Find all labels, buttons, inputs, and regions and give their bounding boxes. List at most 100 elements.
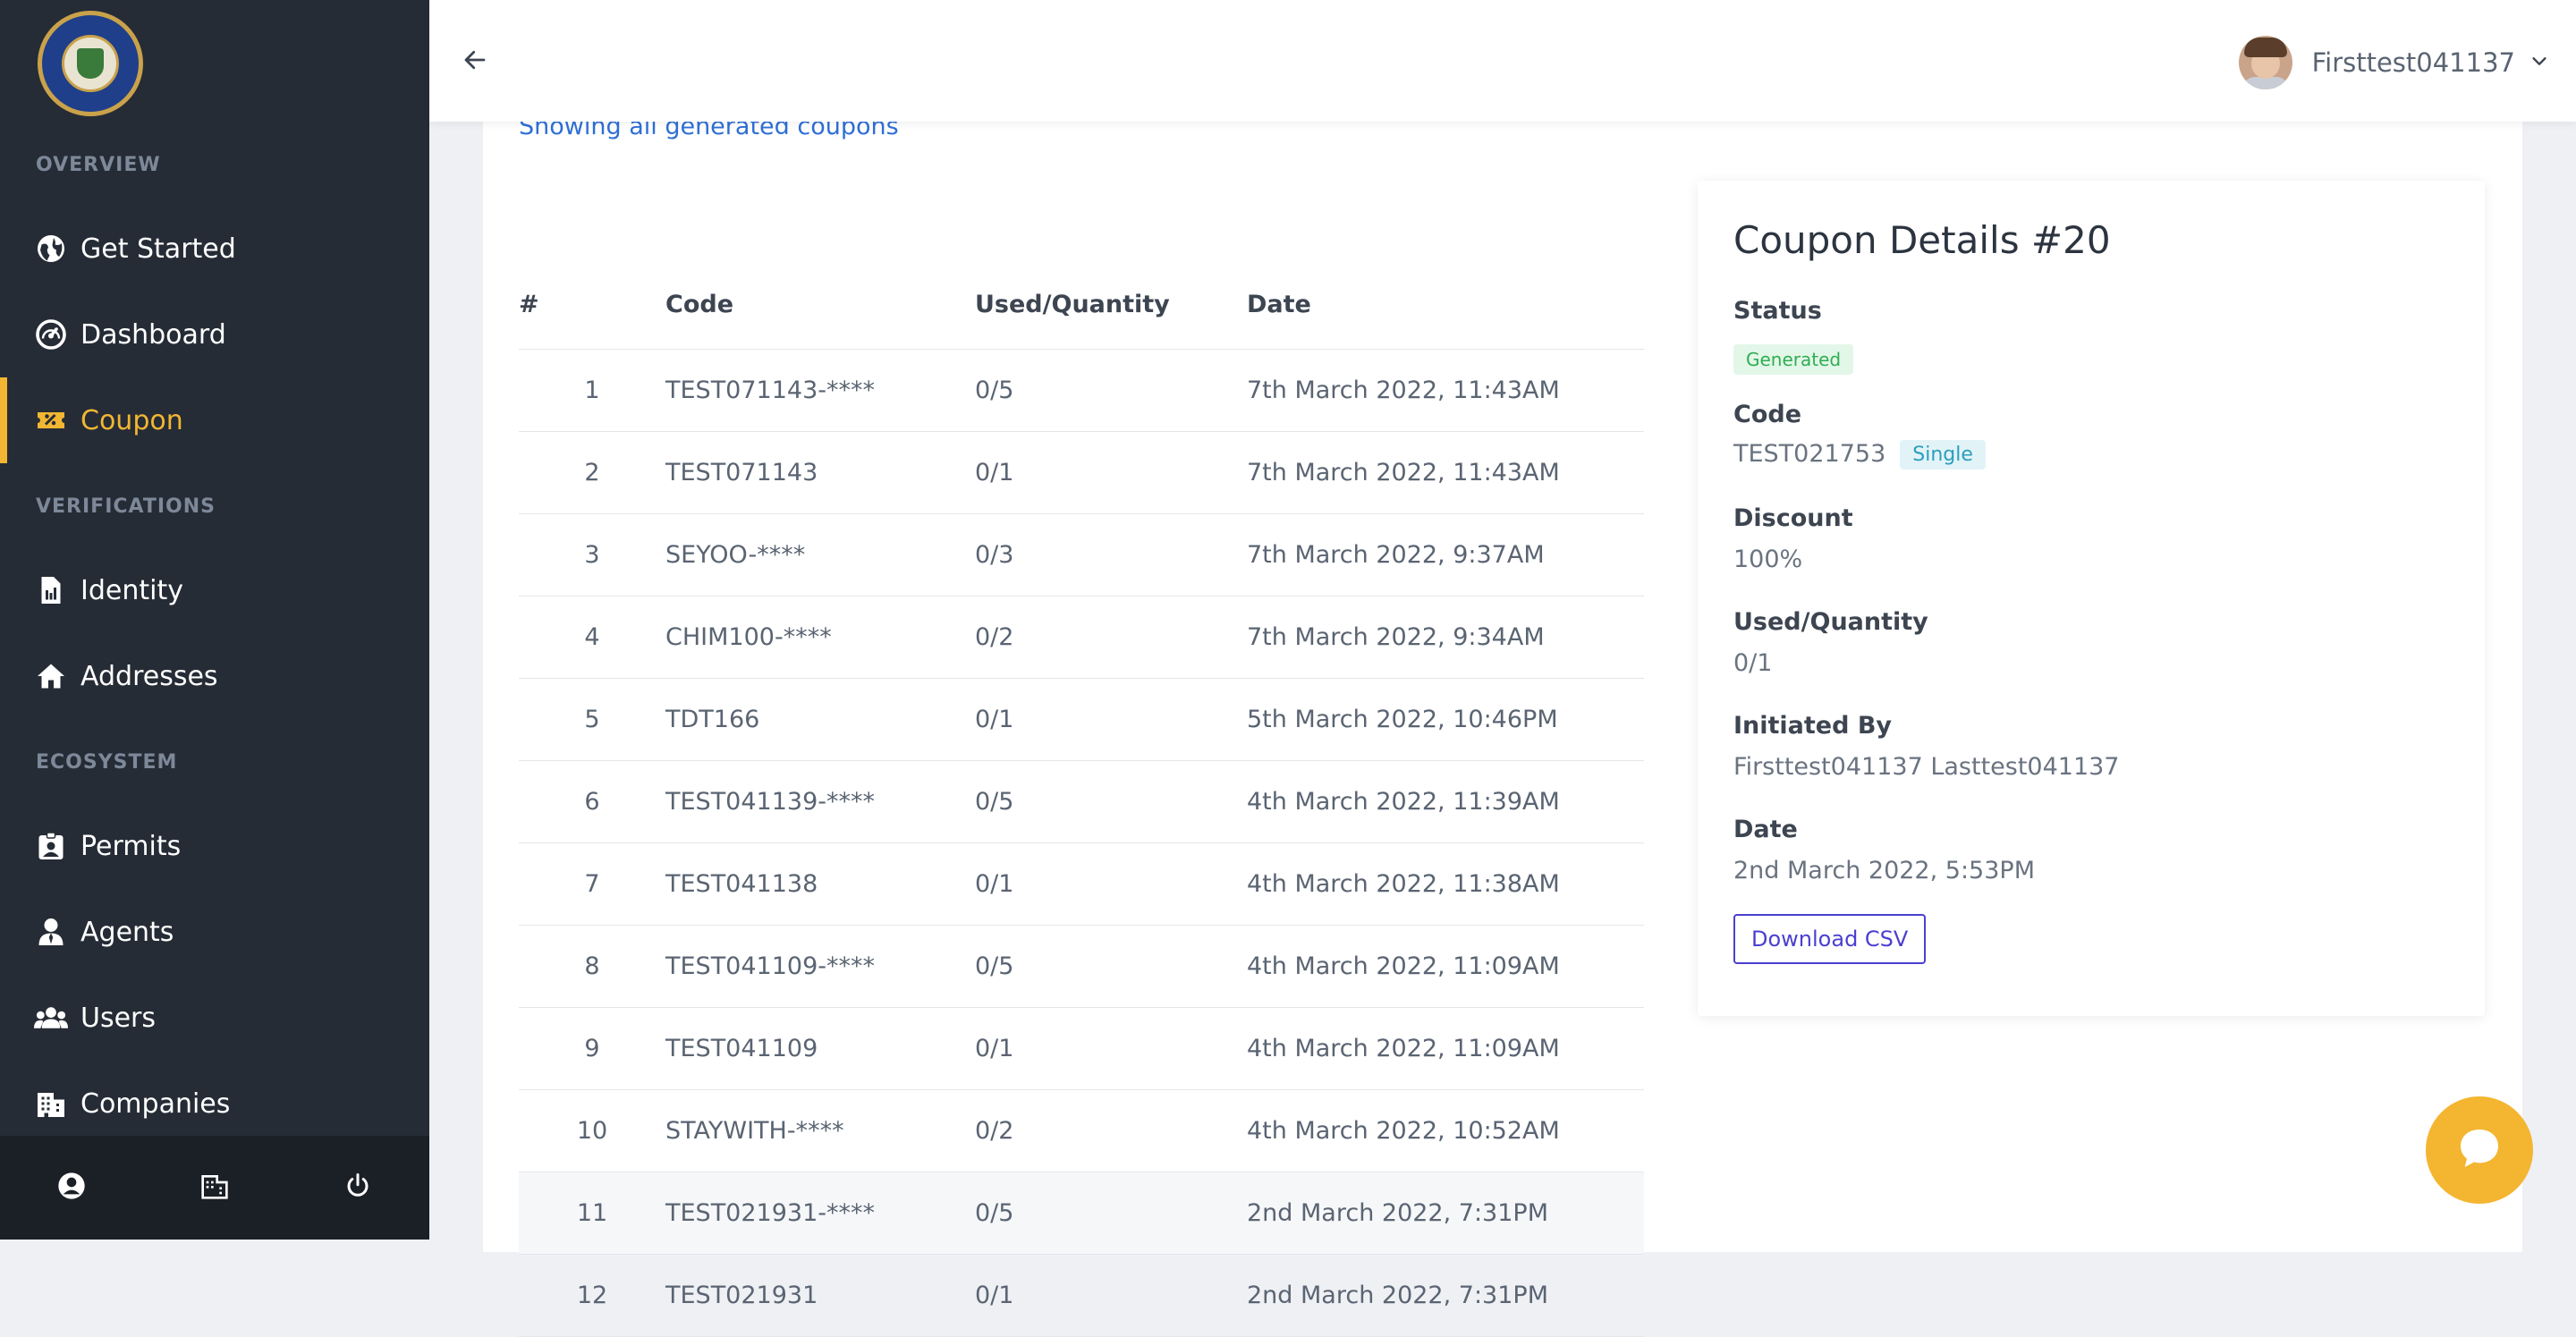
section-label-ecosystem: ECOSYSTEM [36,751,178,774]
cell-number: 9 [519,1007,665,1090]
sidebar-item-get-started[interactable]: Get Started [0,206,429,292]
table-row[interactable]: 10 STAYWITH-**** 0/2 4th March 2022, 10:52A… [519,1089,1644,1172]
cell-used-quantity: 0/1 [975,678,1247,761]
initiated-by-value: Firsttest041137 Lasttest041137 [1733,753,2120,781]
cell-used-quantity: 0/1 [975,842,1247,926]
sidebar-item-label: Permits [80,830,182,862]
back-button[interactable] [453,39,497,84]
sidebar-item-coupon[interactable]: Coupon [0,377,429,463]
user-menu[interactable]: Firsttest041137 [2238,34,2549,91]
cell-date: 7th March 2022, 9:37AM [1247,513,1644,597]
power-icon [344,1172,371,1203]
cell-used-quantity: 0/1 [975,1254,1247,1337]
cell-used-quantity: 0/2 [975,1089,1247,1172]
cell-number: 11 [519,1172,665,1255]
table-row[interactable]: 12 TEST021931 0/1 2nd March 2022, 7:31PM [519,1254,1644,1337]
logo-emblem [62,35,119,92]
arrow-left-icon [462,47,488,77]
discount-value: 100% [1733,546,1803,573]
table-row[interactable]: 3 SEYOO-**** 0/3 7th March 2022, 9:37AM [519,513,1644,597]
sidebar-item-label: Coupon [80,404,183,436]
sidebar-item-label: Companies [80,1087,231,1120]
cell-number: 1 [519,349,665,432]
agency-logo[interactable] [38,11,143,116]
table-row[interactable]: 9 TEST041109 0/1 4th March 2022, 11:09AM [519,1007,1644,1090]
cell-code: TEST041109 [665,1007,975,1090]
building-icon [34,1087,68,1121]
cell-date: 2nd March 2022, 7:31PM [1247,1172,1644,1255]
speedometer-icon [34,317,68,351]
table-header-row: # Code Used/Quantity Date [519,259,1644,350]
chat-button[interactable] [2426,1096,2533,1204]
username: Firsttest041137 [2311,47,2515,78]
cell-number: 4 [519,596,665,679]
cell-date: 7th March 2022, 11:43AM [1247,431,1644,514]
cell-date: 4th March 2022, 11:09AM [1247,925,1644,1008]
table-row[interactable]: 1 TEST071143-**** 0/5 7th March 2022, 11:43… [519,349,1644,432]
section-label-overview: OVERVIEW [36,154,161,176]
cell-used-quantity: 0/5 [975,1172,1247,1255]
chat-bubble-icon [2454,1123,2504,1177]
cell-date: 5th March 2022, 10:46PM [1247,678,1644,761]
logout-button[interactable] [286,1136,429,1240]
used-quantity-value: 0/1 [1733,649,1773,677]
companies-shortcut-button[interactable] [143,1136,286,1240]
coupons-card: Showing all generated coupons # Code Use… [483,89,2522,1337]
cell-code: TEST041109-**** [665,925,975,1008]
sidebar-item-label: Identity [80,574,183,606]
column-header-used-quantity: Used/Quantity [975,259,1247,350]
users-icon [34,1001,68,1035]
sidebar-item-companies[interactable]: Companies [0,1061,429,1147]
user-circle-icon [57,1172,86,1204]
cell-date: 4th March 2022, 10:52AM [1247,1089,1644,1172]
sidebar-item-identity[interactable]: Identity [0,547,429,633]
table-row[interactable]: 4 CHIM100-**** 0/2 7th March 2022, 9:34AM [519,596,1644,679]
top-bar: Firsttest041137 [429,0,2576,122]
cell-date: 4th March 2022, 11:39AM [1247,760,1644,843]
cell-used-quantity: 0/5 [975,760,1247,843]
download-csv-button[interactable]: Download CSV [1733,914,1927,964]
code-type-badge: Single [1900,440,1986,470]
sidebar-item-addresses[interactable]: Addresses [0,633,429,719]
sidebar-item-dashboard[interactable]: Dashboard [0,292,429,377]
globe-icon [34,232,68,266]
cell-used-quantity: 0/2 [975,596,1247,679]
cell-used-quantity: 0/1 [975,1007,1247,1090]
sidebar-item-label: Dashboard [80,318,226,351]
cell-date: 4th March 2022, 11:38AM [1247,842,1644,926]
logo-crest [77,48,104,79]
sidebar-item-permits[interactable]: Permits [0,803,429,889]
table-row[interactable]: 2 TEST071143 0/1 7th March 2022, 11:43AM [519,431,1644,514]
cell-code: TEST041139-**** [665,760,975,843]
code-value: TEST021753 [1733,440,1886,468]
sidebar: OVERVIEW Get Started Dashboard Coupon VE… [0,0,429,1240]
table-row[interactable]: 11 TEST021931-**** 0/5 2nd March 2022, 7:31… [519,1172,1644,1255]
date-value: 2nd March 2022, 5:53PM [1733,857,2035,884]
table-row[interactable]: 6 TEST041139-**** 0/5 4th March 2022, 11:39… [519,760,1644,843]
building-icon [200,1172,229,1204]
cell-date: 2nd March 2022, 7:31PM [1247,1254,1644,1337]
sidebar-item-label: Addresses [80,660,218,692]
initiated-by-label: Initiated By [1733,712,1893,740]
chevron-down-icon [2529,51,2549,74]
cell-code: TDT166 [665,678,975,761]
sidebar-item-agents[interactable]: Agents [0,889,429,975]
cell-code: TEST071143-**** [665,349,975,432]
sidebar-footer [0,1136,429,1240]
cell-code: TEST041138 [665,842,975,926]
cell-code: SEYOO-**** [665,513,975,597]
sidebar-item-users[interactable]: Users [0,975,429,1061]
table-row[interactable]: 7 TEST041138 0/1 4th March 2022, 11:38AM [519,842,1644,926]
profile-button[interactable] [0,1136,143,1240]
cell-number: 3 [519,513,665,597]
sidebar-item-label: Get Started [80,233,236,265]
cell-used-quantity: 0/3 [975,513,1247,597]
table-row[interactable]: 8 TEST041109-**** 0/5 4th March 2022, 11:09… [519,925,1644,1008]
cell-number: 12 [519,1254,665,1337]
cell-number: 5 [519,678,665,761]
coupon-details-panel: Coupon Details #20 Status Generated Code… [1698,181,2485,1016]
cell-number: 10 [519,1089,665,1172]
table-row[interactable]: 5 TDT166 0/1 5th March 2022, 10:46PM [519,678,1644,761]
column-header-date: Date [1247,259,1644,350]
section-label-verifications: VERIFICATIONS [36,495,216,518]
